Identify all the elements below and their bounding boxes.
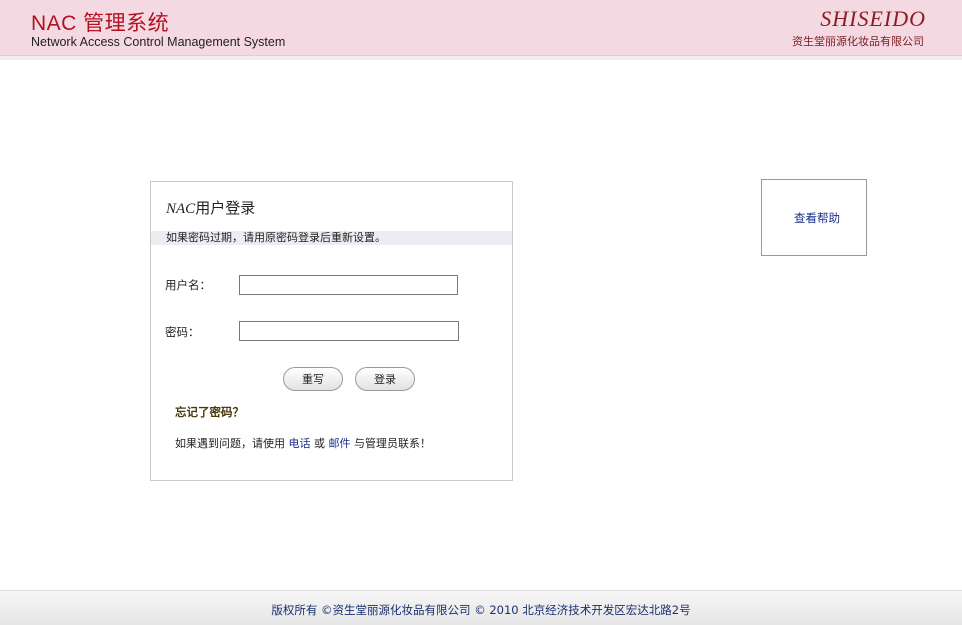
help-suffix: 与管理员联系！ bbox=[350, 437, 431, 450]
login-title-prefix: NAC bbox=[166, 201, 196, 217]
login-panel: NAC用户登录 如果密码过期，请用原密码登录后重新设置。 用户名： 密码： 重写… bbox=[150, 181, 513, 481]
view-help-link[interactable]: 查看帮助 bbox=[794, 210, 840, 226]
login-title-suffix: 用户登录 bbox=[195, 199, 256, 217]
page-header: NAC 管理系统 Network Access Control Manageme… bbox=[0, 0, 962, 56]
password-label: 密码： bbox=[165, 325, 200, 339]
brand-logo: SHISEIDO bbox=[820, 6, 926, 31]
username-input[interactable] bbox=[239, 275, 458, 295]
header-divider bbox=[0, 56, 962, 60]
password-input[interactable] bbox=[239, 321, 459, 341]
page-footer: 版权所有 ©资生堂丽源化妆品有限公司 © 2010 北京经济技术开发区宏达北路2… bbox=[0, 590, 962, 625]
footer-copyright: 版权所有 ©资生堂丽源化妆品有限公司 © 2010 北京经济技术开发区宏达北路2… bbox=[271, 603, 691, 617]
login-button[interactable]: 登录 bbox=[355, 367, 415, 391]
username-label: 用户名： bbox=[165, 278, 211, 292]
forgot-password-link[interactable]: 忘记了密码？ bbox=[175, 404, 244, 420]
app-subtitle: Network Access Control Management System bbox=[31, 35, 286, 49]
help-box: 查看帮助 bbox=[761, 179, 867, 256]
login-title: NAC用户登录 bbox=[166, 197, 255, 218]
email-link[interactable]: 邮件 bbox=[329, 437, 351, 450]
password-expiry-notice: 如果密码过期，请用原密码登录后重新设置。 bbox=[166, 231, 386, 244]
help-prefix: 如果遇到问题，请使用 bbox=[175, 437, 289, 450]
app-title: NAC 管理系统 bbox=[31, 12, 170, 35]
contact-help-text: 如果遇到问题，请使用 电话 或 邮件 与管理员联系！ bbox=[175, 435, 431, 451]
phone-link[interactable]: 电话 bbox=[289, 437, 311, 450]
brand-company-name: 资生堂丽源化妆品有限公司 bbox=[792, 35, 924, 48]
help-or: 或 bbox=[310, 437, 329, 450]
reset-button[interactable]: 重写 bbox=[283, 367, 343, 391]
